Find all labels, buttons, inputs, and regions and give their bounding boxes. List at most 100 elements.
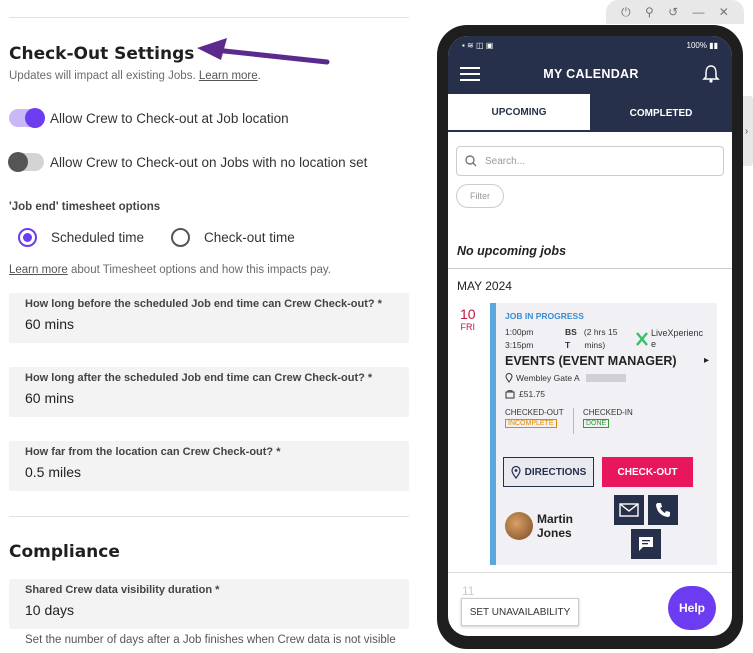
field-after-end[interactable]: How long after the scheduled Job end tim…: [9, 367, 409, 417]
field-before-end[interactable]: How long before the scheduled Job end ti…: [9, 293, 409, 343]
job-end-options-label: 'Job end' timesheet options: [9, 201, 161, 213]
phone-screen: ▪ ≋ ◫ ▣ 100% ▮▮ MY CALENDAR UPCOMING COM…: [448, 36, 732, 636]
job-location: Wembley Gate A: [505, 373, 626, 383]
mail-button[interactable]: [614, 495, 644, 525]
checkout-button[interactable]: CHECK-OUT: [602, 457, 693, 487]
field-distance-label: How far from the location can Crew Check…: [25, 446, 281, 458]
settings-panel: Check-Out Settings Updates will impact a…: [0, 0, 420, 653]
filter-button[interactable]: Filter: [456, 184, 504, 208]
annotation-arrow-icon: [197, 38, 330, 65]
phone-button[interactable]: [648, 495, 678, 525]
toggle-row-job-location: Allow Crew to Check-out at Job location: [9, 108, 289, 128]
job-times: 1:00pm 3:15pm: [505, 326, 533, 352]
status-bar: ▪ ≋ ◫ ▣ 100% ▮▮: [448, 36, 732, 54]
company-logo-icon: [636, 332, 648, 346]
field-after-end-value[interactable]: 60 mins: [25, 390, 393, 406]
emulator-toolbar: ⏻ ⚲ ↺ — ✕: [606, 0, 744, 24]
menu-icon[interactable]: [460, 67, 480, 81]
pin-toolbar-icon[interactable]: ⚲: [645, 5, 654, 19]
checkout-settings-title: Check-Out Settings: [9, 44, 195, 64]
search-placeholder: Search...: [485, 155, 526, 167]
checkout-description: Updates will impact all existing Jobs. L…: [9, 70, 261, 82]
field-visibility-value[interactable]: 10 days: [25, 602, 393, 618]
chat-icon: [639, 537, 653, 551]
checked-in-status: DONE: [583, 419, 610, 428]
bell-icon[interactable]: [702, 64, 720, 84]
pin-icon: [505, 373, 513, 383]
location-text: Wembley Gate A: [516, 373, 580, 383]
search-input[interactable]: Search...: [456, 146, 724, 176]
company-name2: e: [651, 339, 657, 349]
checked-in-block: CHECKED-IN DONE: [583, 408, 633, 428]
status-separator: [573, 408, 574, 434]
no-upcoming-jobs: No upcoming jobs: [457, 244, 567, 258]
person-last-name: Jones: [537, 526, 572, 540]
search-icon: [465, 155, 477, 167]
directions-label: DIRECTIONS: [524, 466, 587, 478]
checked-out-label: CHECKED-OUT: [505, 408, 564, 417]
company-logo: LiveXperienc e: [636, 328, 703, 350]
day-indicator: 10 FRI: [460, 306, 476, 332]
duration-text: (2 hrs 15: [583, 327, 618, 337]
learn-more-period: .: [257, 70, 261, 82]
field-before-end-label: How long before the scheduled Job end ti…: [25, 298, 382, 310]
checked-out-block: CHECKED-OUT INCOMPLETE: [505, 408, 564, 428]
field-visibility-duration[interactable]: Shared Crew data visibility duration * 1…: [9, 579, 409, 629]
list-divider: [448, 268, 732, 269]
field-before-end-value[interactable]: 60 mins: [25, 316, 393, 332]
t-label: T: [565, 340, 571, 350]
app-bar: MY CALENDAR: [448, 54, 732, 94]
directions-button[interactable]: DIRECTIONS: [503, 457, 594, 487]
month-header: MAY 2024: [457, 279, 512, 293]
crew-member[interactable]: Martin Jones: [505, 512, 573, 540]
job-chevron-icon[interactable]: ▸: [704, 355, 709, 366]
power-icon[interactable]: ⏻: [621, 5, 631, 20]
tab-upcoming[interactable]: UPCOMING: [448, 94, 590, 132]
avatar: [505, 512, 533, 540]
timesheet-note: Learn more about Timesheet options and h…: [9, 264, 331, 276]
divider-compliance: [9, 516, 409, 517]
radio-scheduled-indicator[interactable]: [18, 228, 37, 247]
calendar-tabs: UPCOMING COMPLETED: [448, 94, 732, 132]
tab-completed[interactable]: COMPLETED: [590, 94, 732, 132]
set-unavailability-button[interactable]: SET UNAVAILABILITY: [461, 598, 579, 626]
day-number: 10: [460, 306, 476, 322]
timesheet-learn-more-link[interactable]: Learn more: [9, 264, 68, 276]
field-distance-value[interactable]: 0.5 miles: [25, 464, 393, 480]
next-day-number: 11: [462, 584, 475, 598]
minimize-icon[interactable]: —: [692, 5, 704, 19]
field-visibility-label: Shared Crew data visibility duration *: [25, 584, 220, 596]
rotate-icon[interactable]: ↺: [668, 5, 678, 19]
field-after-end-label: How long after the scheduled Job end tim…: [25, 372, 373, 384]
radio-scheduled-time[interactable]: Scheduled time: [18, 228, 144, 247]
checked-in-label: CHECKED-IN: [583, 408, 633, 417]
mail-icon: [619, 503, 639, 517]
toggle-checkout-job-location[interactable]: [9, 108, 45, 128]
toggle1-label: Allow Crew to Check-out at Job location: [50, 110, 289, 126]
phone-frame: ▪ ≋ ◫ ▣ 100% ▮▮ MY CALENDAR UPCOMING COM…: [437, 25, 743, 649]
chat-button[interactable]: [631, 529, 661, 559]
checked-out-status: INCOMPLETE: [505, 419, 557, 428]
close-icon[interactable]: ✕: [719, 5, 729, 19]
learn-more-link[interactable]: Learn more: [199, 70, 258, 82]
job-pay: £51.75: [505, 389, 545, 399]
checkout-desc-text: Updates will impact all existing Jobs.: [9, 70, 196, 82]
status-right: 100% ▮▮: [686, 40, 719, 50]
person-first-name: Martin: [537, 512, 573, 526]
toggle-row-no-location: Allow Crew to Check-out on Jobs with no …: [8, 152, 368, 172]
toggle2-label: Allow Crew to Check-out on Jobs with no …: [50, 154, 368, 170]
app-title: MY CALENDAR: [543, 67, 639, 81]
radio-checkout-time[interactable]: Check-out time: [171, 228, 295, 247]
job-card[interactable]: JOB IN PROGRESS 1:00pm 3:15pm BS (2 hrs …: [490, 303, 717, 565]
bs-label: BS: [565, 327, 577, 337]
toggle-checkout-no-location[interactable]: [8, 152, 44, 172]
directions-pin-icon: [511, 465, 521, 479]
timesheet-note-text: about Timesheet options and how this imp…: [67, 264, 331, 276]
radio-checkout-indicator[interactable]: [171, 228, 190, 247]
status-left: ▪ ≋ ◫ ▣: [462, 40, 494, 50]
field-distance[interactable]: How far from the location can Crew Check…: [9, 441, 409, 491]
job-duration: BS (2 hrs 15 T mins): [565, 326, 617, 352]
help-button[interactable]: Help: [668, 586, 716, 630]
time-end: 3:15pm: [505, 340, 534, 350]
pay-icon: [505, 389, 515, 398]
